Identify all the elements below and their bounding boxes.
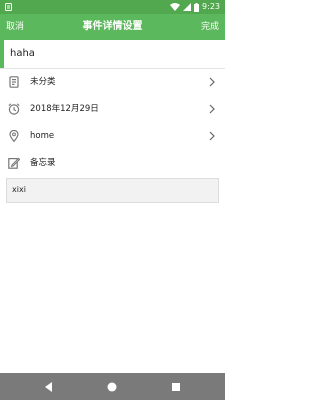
status-time: 9:23 <box>202 2 220 11</box>
system-nav-bar <box>0 373 225 400</box>
memo-label: 备忘录 <box>30 158 56 168</box>
recents-icon[interactable] <box>169 380 183 394</box>
app-notification-icon <box>5 3 12 11</box>
chevron-right-icon <box>209 131 215 141</box>
memo-textarea[interactable]: xixi <box>6 178 219 203</box>
alarm-clock-icon <box>8 103 20 115</box>
home-icon[interactable] <box>105 380 119 394</box>
battery-icon <box>194 2 200 12</box>
chevron-right-icon <box>209 77 215 87</box>
date-row[interactable]: 2018年12月29日 <box>0 96 225 124</box>
page-title: 事件详情设置 <box>82 21 143 32</box>
memo-header-row: 备忘录 <box>0 150 225 177</box>
event-title-field[interactable]: haha <box>0 40 225 69</box>
memo-text[interactable]: xixi <box>12 184 26 196</box>
date-label: 2018年12月29日 <box>30 104 99 114</box>
memo-edit-icon <box>8 157 20 169</box>
chevron-right-icon <box>209 104 215 114</box>
location-label: home <box>30 131 55 141</box>
done-button[interactable]: 完成 <box>201 21 219 33</box>
category-label: 未分类 <box>30 77 56 87</box>
wifi-icon <box>170 3 181 11</box>
app-header: 取消 事件详情设置 完成 <box>0 14 225 40</box>
location-row[interactable]: home <box>0 123 225 151</box>
location-pin-icon <box>9 130 19 142</box>
back-icon[interactable] <box>42 380 56 394</box>
status-bar: 9:23 <box>0 0 225 14</box>
category-icon <box>9 76 19 88</box>
title-accent-bar <box>0 40 4 68</box>
event-title-value[interactable]: haha <box>10 47 35 61</box>
category-row[interactable]: 未分类 <box>0 69 225 97</box>
signal-icon <box>183 3 192 11</box>
